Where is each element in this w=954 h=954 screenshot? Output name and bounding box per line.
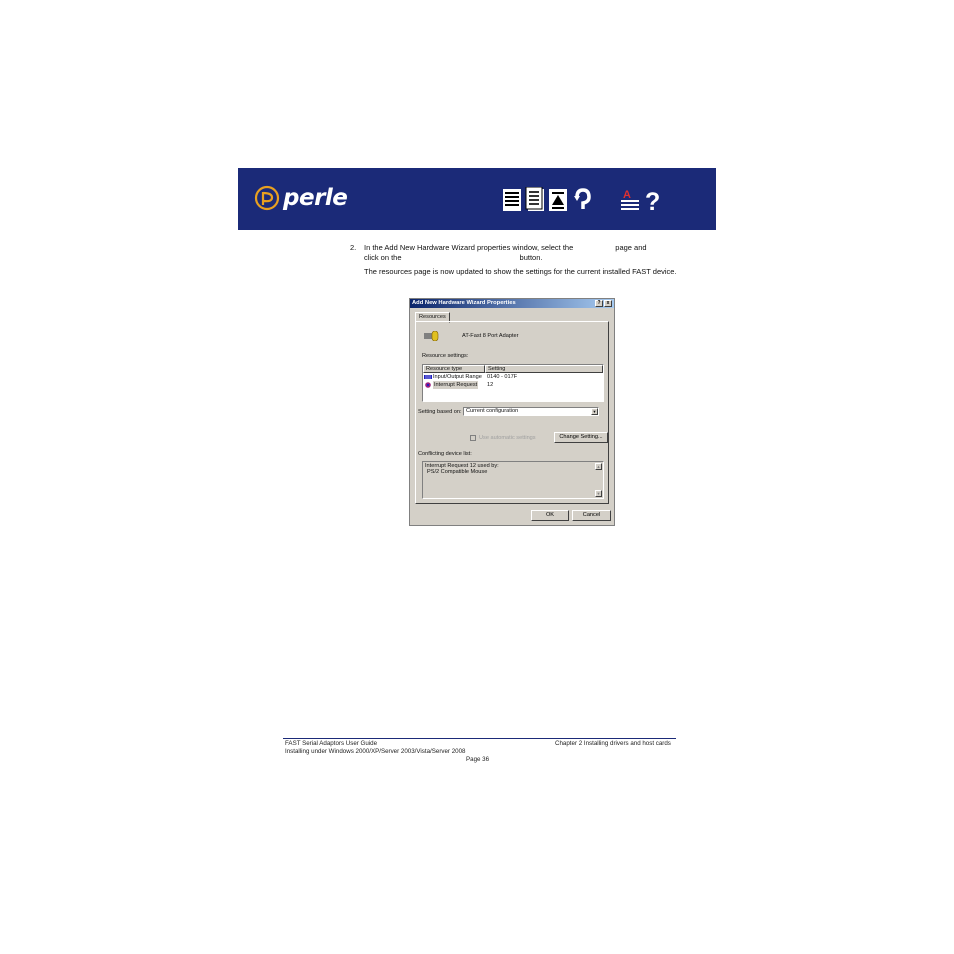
adapter-card-icon [424,331,439,341]
help-button[interactable]: ? [595,300,603,307]
cancel-button[interactable]: Cancel [572,510,611,521]
help-icon[interactable]: ? [643,187,665,213]
footer-chapter: Chapter 2 Installing drivers and host ca… [555,740,671,747]
change-setting-button[interactable]: Change Setting... [554,432,608,443]
dialog-titlebar: Add New Hardware Wizard Properties ? x [410,299,614,308]
scroll-down-icon[interactable]: ▼ [595,490,602,497]
instruction-step: 2. In the Add New Hardware Wizard proper… [350,243,680,277]
header-banner: perle A ? [238,168,716,230]
top-of-document-icon[interactable] [548,187,570,213]
resource-type: Interrupt Request [433,381,479,389]
table-row[interactable]: Interrupt Request 12 [423,381,603,389]
conflict-scrollbar[interactable]: ▲ ▼ [595,463,602,497]
svg-text:A: A [623,189,631,201]
setting-value: Current configuration [466,408,519,414]
use-automatic-settings-checkbox[interactable]: Use automatic settings [470,435,536,441]
column-setting[interactable]: Setting [485,365,603,373]
conflict-text-box[interactable]: Interrupt Request 12 used by: PS/2 Compa… [422,461,604,499]
resource-setting: 12 [487,382,494,388]
step-number: 2. [350,243,357,252]
contents-icon[interactable] [502,187,524,213]
hardware-properties-dialog: Add New Hardware Wizard Properties ? x R… [409,298,615,526]
index-icon[interactable] [525,187,547,213]
footer-section: Installing under Windows 2000/XP/Server … [285,748,466,755]
glossary-icon[interactable]: A [620,187,642,213]
setting-based-on-label: Setting based on: [418,409,462,415]
dialog-title: Add New Hardware Wizard Properties [412,300,516,306]
column-resource-type[interactable]: Resource type [423,365,485,373]
resource-list[interactable]: Resource type Setting Input/Output Range… [422,364,604,402]
footer-guide-title: FAST Serial Adaptors User Guide [285,740,378,747]
result-paragraph: The resources page is now updated to sho… [364,267,677,276]
chevron-down-icon[interactable]: ▼ [591,408,598,415]
interrupt-request-icon [425,382,431,388]
resource-setting: 0140 - 017F [487,374,518,380]
table-row[interactable]: Input/Output Range 0140 - 017F [423,373,603,381]
perle-logo: perle [254,185,348,211]
ok-button[interactable]: OK [531,510,569,521]
setting-based-on-select[interactable]: Current configuration ▼ [463,407,599,416]
close-button[interactable]: x [604,300,612,307]
device-name: AT-Fast 8 Port Adapter [462,333,519,339]
resources-panel: AT-Fast 8 Port Adapter Resource settings… [415,321,609,504]
resource-type: Input/Output Range [433,374,482,380]
navigation-icons: A ? [502,187,666,213]
step-text: In the Add New Hardware Wizard propertie… [364,243,647,262]
logo-text: perle [283,185,348,211]
back-icon[interactable] [571,187,593,213]
page-number: Page 36 [466,756,490,763]
scroll-up-icon[interactable]: ▲ [595,463,602,470]
perle-logo-icon [254,185,280,211]
svg-text:?: ? [645,188,660,213]
io-range-icon [424,375,432,379]
checkbox-box[interactable] [470,435,476,441]
footer-divider [283,738,676,739]
automatic-settings-label: Use automatic settings [479,435,536,441]
resource-settings-label: Resource settings: [422,353,469,359]
conflicting-device-label: Conflicting device list: [418,451,472,457]
